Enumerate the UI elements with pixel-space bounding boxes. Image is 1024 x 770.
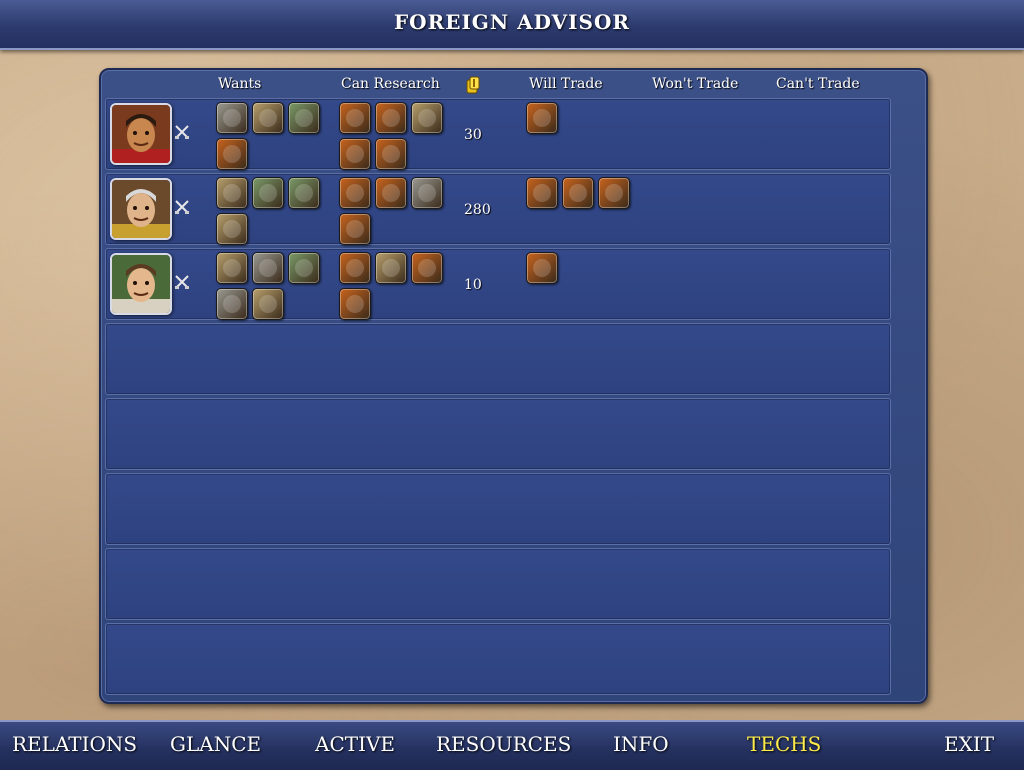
german-leader-portrait[interactable]: [110, 178, 172, 240]
gold-coins-icon: [466, 76, 480, 94]
crossed-swords-icon: [174, 124, 190, 140]
tech-icon[interactable]: [339, 102, 371, 134]
tech-icon[interactable]: [288, 252, 320, 284]
tech-icon[interactable]: [526, 102, 558, 134]
empty-civ-row: [105, 323, 891, 395]
tech-icon[interactable]: [598, 177, 630, 209]
tech-icon[interactable]: [252, 288, 284, 320]
tech-icon[interactable]: [252, 252, 284, 284]
chinese-leader-portrait[interactable]: [110, 103, 172, 165]
gold-amount: 30: [464, 127, 482, 143]
nav-glance-button[interactable]: GLANCE: [170, 732, 261, 756]
can-research-icons: [339, 252, 443, 320]
tech-icon[interactable]: [411, 177, 443, 209]
tech-icon[interactable]: [562, 177, 594, 209]
header-cant-trade: Can't Trade: [776, 76, 860, 92]
tech-icon[interactable]: [288, 177, 320, 209]
tech-icon[interactable]: [216, 252, 248, 284]
tech-icon[interactable]: [339, 288, 371, 320]
empty-civ-row: [105, 623, 891, 695]
header-wants: Wants: [218, 76, 262, 92]
tech-icon[interactable]: [526, 177, 558, 209]
tech-icon[interactable]: [339, 252, 371, 284]
nav-resources-button[interactable]: RESOURCES: [436, 732, 571, 756]
tech-icon[interactable]: [216, 102, 248, 134]
nav-active-button[interactable]: ACTIVE: [315, 732, 395, 756]
nav-info-button[interactable]: INFO: [613, 732, 669, 756]
tech-icon[interactable]: [252, 177, 284, 209]
window-title: FOREIGN ADVISOR: [393, 10, 631, 34]
tech-icon[interactable]: [339, 138, 371, 170]
empty-civ-row: [105, 548, 891, 620]
tech-icon[interactable]: [375, 102, 407, 134]
tech-icon[interactable]: [216, 288, 248, 320]
wants-icons: [216, 177, 320, 245]
tech-icon[interactable]: [375, 177, 407, 209]
crossed-swords-icon: [174, 274, 190, 290]
gold-amount: 10: [464, 277, 482, 293]
wants-icons: [216, 252, 320, 320]
tech-icon[interactable]: [411, 252, 443, 284]
tech-icon[interactable]: [288, 102, 320, 134]
title-bar: FOREIGN ADVISOR: [0, 0, 1024, 50]
tech-icon[interactable]: [339, 177, 371, 209]
will-trade-icons: [526, 252, 636, 284]
can-research-icons: [339, 102, 443, 170]
can-research-icons: [339, 177, 443, 245]
civ-row: 30: [105, 98, 891, 170]
nav-exit-button[interactable]: EXIT: [944, 732, 994, 756]
tech-icon[interactable]: [375, 252, 407, 284]
tech-icon[interactable]: [216, 177, 248, 209]
empty-civ-row: [105, 398, 891, 470]
empty-civ-row: [105, 473, 891, 545]
bottom-nav-bar: RELATIONS GLANCE ACTIVE RESOURCES INFO T…: [0, 720, 1024, 770]
will-trade-icons: [526, 102, 636, 134]
tech-icon[interactable]: [526, 252, 558, 284]
nav-relations-button[interactable]: RELATIONS: [12, 732, 137, 756]
tech-icon[interactable]: [411, 102, 443, 134]
roman-leader-portrait[interactable]: [110, 253, 172, 315]
header-can-research: Can Research: [341, 76, 440, 92]
crossed-swords-icon: [174, 199, 190, 215]
will-trade-icons: [526, 177, 636, 209]
nav-techs-button[interactable]: TECHS: [747, 732, 821, 756]
header-wont-trade: Won't Trade: [652, 76, 739, 92]
tech-icon[interactable]: [216, 138, 248, 170]
gold-amount: 280: [464, 202, 491, 218]
wants-icons: [216, 102, 320, 170]
tech-icon[interactable]: [339, 213, 371, 245]
tech-icon[interactable]: [216, 213, 248, 245]
civ-row: 10: [105, 248, 891, 320]
civ-row: 280: [105, 173, 891, 245]
header-will-trade: Will Trade: [529, 76, 603, 92]
tech-icon[interactable]: [375, 138, 407, 170]
tech-icon[interactable]: [252, 102, 284, 134]
